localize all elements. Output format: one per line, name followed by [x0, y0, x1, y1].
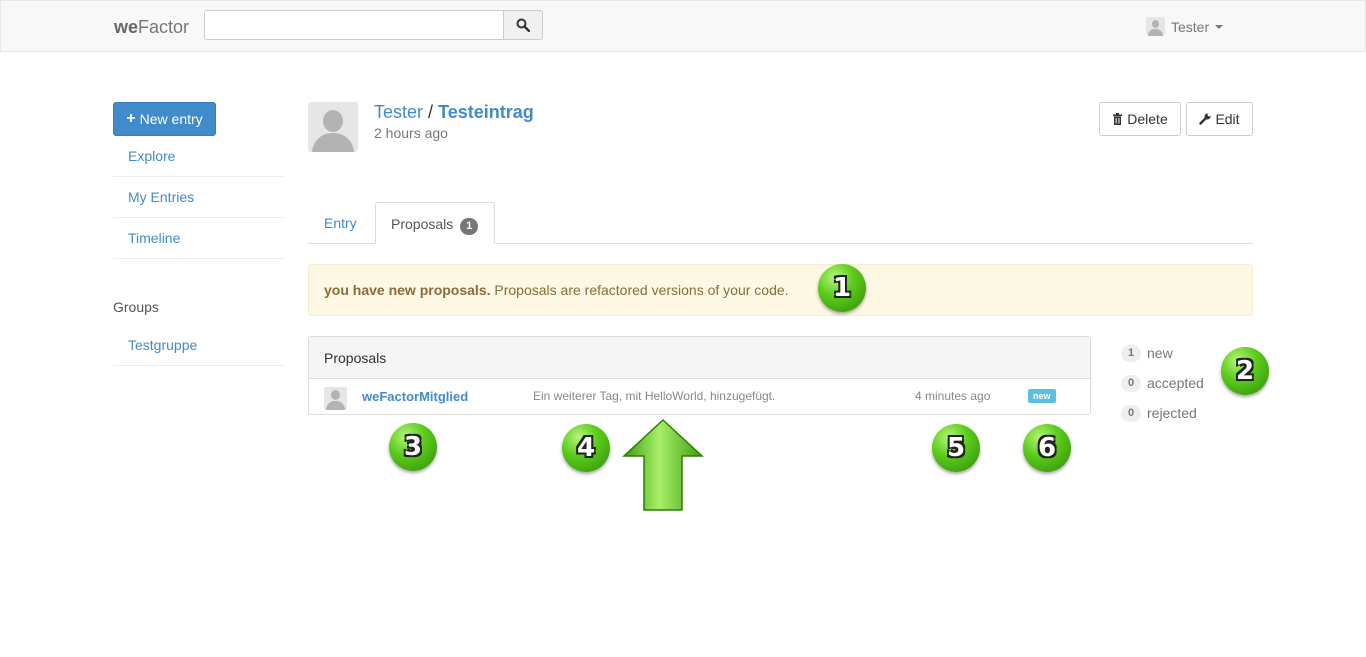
- entry-name-link[interactable]: Testeintrag: [438, 102, 534, 122]
- proposals-panel: Proposals weFactorMitglied Ein weiterer …: [308, 336, 1091, 415]
- search-button[interactable]: [503, 10, 543, 40]
- proposal-author-link[interactable]: weFactorMitglied: [362, 389, 468, 404]
- stat-count: 1: [1121, 344, 1141, 362]
- stat-label: new: [1147, 345, 1173, 361]
- tab-entry[interactable]: Entry: [308, 202, 374, 243]
- stat-count: 0: [1121, 404, 1141, 422]
- proposal-description[interactable]: Ein weiterer Tag, mit HelloWorld, hinzug…: [533, 389, 775, 403]
- proposal-time: 4 minutes ago: [915, 389, 991, 403]
- callout-5: 5: [932, 424, 980, 472]
- edit-label: Edit: [1215, 111, 1240, 127]
- new-entry-label: New entry: [139, 111, 203, 127]
- caret-down-icon: [1215, 24, 1224, 29]
- entry-timestamp: 2 hours ago: [374, 125, 448, 141]
- tab-entry-label[interactable]: Entry: [324, 215, 357, 231]
- sidebar-nav: Explore My Entries Timeline: [113, 136, 285, 259]
- delete-label: Delete: [1127, 111, 1168, 127]
- delete-button[interactable]: Delete: [1099, 102, 1181, 136]
- entry-author-avatar: [308, 102, 358, 152]
- title-separator: /: [428, 102, 434, 122]
- stat-count: 0: [1121, 374, 1141, 392]
- proposals-panel-heading: Proposals: [309, 337, 1090, 379]
- proposals-count-badge: 1: [460, 218, 479, 235]
- tab-proposals-label: Proposals: [391, 216, 454, 232]
- tab-proposals[interactable]: Proposals 1: [375, 202, 495, 244]
- stat-rejected[interactable]: 0 rejected: [1121, 398, 1204, 428]
- groups-heading: Groups: [113, 299, 159, 315]
- sidebar-item-label[interactable]: My Entries: [128, 189, 194, 205]
- sidebar-item-label[interactable]: Timeline: [128, 230, 180, 246]
- status-badge: new: [1028, 389, 1056, 403]
- callout-3: 3: [389, 423, 437, 471]
- brand-logo[interactable]: weFactor: [114, 17, 189, 38]
- top-navbar: weFactor Tester: [0, 0, 1366, 52]
- new-proposals-alert: you have new proposals. Proposals are re…: [308, 264, 1253, 316]
- trash-icon: [1113, 113, 1123, 125]
- callout-4: 4: [562, 424, 610, 472]
- stat-new[interactable]: 1 new: [1121, 338, 1204, 368]
- wrench-icon: [1199, 113, 1211, 125]
- sidebar-item-testgruppe[interactable]: Testgruppe: [113, 325, 285, 366]
- callout-6: 6: [1023, 424, 1071, 472]
- alert-text: Proposals are refactored versions of you…: [490, 282, 789, 298]
- proposal-stats: 1 new 0 accepted 0 rejected: [1121, 338, 1204, 428]
- user-silhouette-icon: [1146, 17, 1165, 36]
- new-entry-button[interactable]: + New entry: [113, 102, 216, 136]
- search-icon: [516, 18, 530, 32]
- sidebar-item-timeline[interactable]: Timeline: [113, 218, 285, 259]
- stat-label: accepted: [1147, 375, 1204, 391]
- sidebar-item-my-entries[interactable]: My Entries: [113, 177, 285, 218]
- groups-list: Testgruppe: [113, 325, 285, 366]
- entry-author-link[interactable]: Tester: [374, 102, 423, 122]
- user-silhouette-icon: [324, 387, 347, 410]
- plus-icon: +: [126, 110, 136, 127]
- stat-accepted[interactable]: 0 accepted: [1121, 368, 1204, 398]
- stat-label: rejected: [1147, 405, 1197, 421]
- user-menu[interactable]: Tester: [1146, 17, 1224, 36]
- alert-bold-text: you have new proposals.: [324, 282, 491, 298]
- edit-button[interactable]: Edit: [1186, 102, 1253, 136]
- user-name: Tester: [1171, 18, 1210, 35]
- table-row[interactable]: weFactorMitglied Ein weiterer Tag, mit H…: [309, 379, 1090, 414]
- callout-1: 1: [818, 264, 866, 312]
- search-input[interactable]: [204, 10, 504, 40]
- arrow-up-icon: [622, 418, 704, 511]
- callout-2: 2: [1221, 347, 1269, 395]
- sidebar-item-explore[interactable]: Explore: [113, 136, 285, 177]
- sidebar-item-label[interactable]: Explore: [128, 148, 175, 164]
- entry-title: Tester / Testeintrag: [374, 102, 534, 123]
- group-label[interactable]: Testgruppe: [128, 337, 197, 353]
